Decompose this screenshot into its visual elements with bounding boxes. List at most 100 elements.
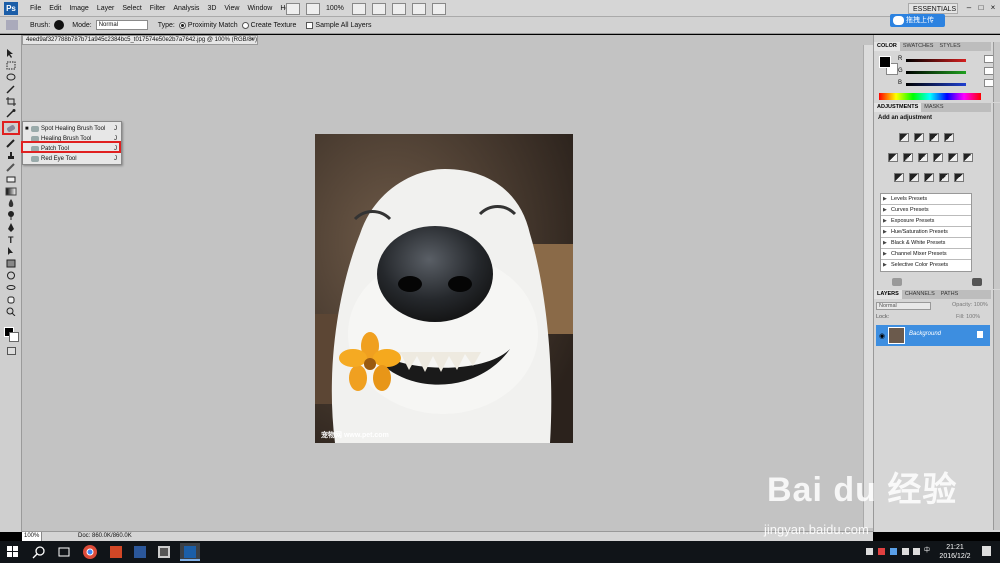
3d-rotate-tool-icon[interactable] [5,271,17,280]
close-document-icon[interactable]: × [250,36,254,44]
baidu-upload-button[interactable]: 拖拽上传 [890,14,945,27]
zoom-level[interactable]: 100% [326,5,344,12]
tab-adjustments[interactable]: ADJUSTMENTS [874,103,922,112]
sample-all-layers-checkbox[interactable] [306,21,314,29]
adjustment-footer-left-icon[interactable] [892,278,902,286]
quick-mask-icon[interactable] [7,347,16,355]
type-tool-icon[interactable]: T [5,235,17,245]
eraser-tool-icon[interactable] [5,175,17,184]
invert-icon[interactable] [894,173,904,182]
quick-selection-tool-icon[interactable] [5,85,17,94]
hand-tool-icon[interactable] [351,2,366,15]
document-tab[interactable]: 4eed9af327788b787b71a945c2384bc5_t017574… [22,35,258,45]
tab-swatches[interactable]: SWATCHES [900,42,937,51]
levels-presets[interactable]: Levels Presets [881,194,971,205]
spot-healing-brush-item[interactable]: ■ Spot Healing Brush Tool J [23,124,121,134]
ime-icon[interactable]: 中 [924,548,931,555]
foreground-color-chip[interactable] [879,56,891,68]
exposure-icon[interactable] [944,133,954,142]
menu-edit[interactable]: Edit [45,0,65,17]
gradient-tool-icon[interactable] [5,187,17,196]
blue-slider-track[interactable] [906,83,966,86]
red-slider[interactable]: R 0 [898,55,1000,64]
curves-presets[interactable]: Curves Presets [881,205,971,216]
eyedropper-tool-icon[interactable] [5,109,17,118]
channel-mixer-presets[interactable]: Channel Mixer Presets [881,249,971,260]
launch-bridge-icon[interactable] [286,2,300,15]
exposure-presets[interactable]: Exposure Presets [881,216,971,227]
workspace-switcher[interactable]: ESSENTIALS [908,3,958,14]
search-icon[interactable] [32,545,46,559]
zoom-tool-icon[interactable] [371,2,386,15]
powerpoint-app-icon[interactable] [106,543,126,561]
brush-picker[interactable] [54,20,65,30]
proximity-match-radio[interactable] [178,21,186,29]
menu-window[interactable]: Window [243,0,276,17]
minimize-button[interactable]: – [964,3,974,13]
red-eye-tool-item[interactable]: Red Eye Tool J [23,154,121,164]
close-button[interactable]: × [988,3,998,13]
create-texture-radio[interactable] [241,21,249,29]
green-slider-track[interactable] [906,71,966,74]
collapsed-panel-strip[interactable] [993,103,1000,289]
network-icon[interactable] [902,548,909,555]
menu-layer[interactable]: Layer [93,0,119,17]
clone-stamp-tool-icon[interactable] [5,151,17,160]
hand-tool-icon[interactable] [5,295,17,304]
posterize-icon[interactable] [909,173,919,182]
tab-styles[interactable]: STYLES [936,42,963,51]
levels-icon[interactable] [914,133,924,142]
threshold-icon[interactable] [924,173,934,182]
lasso-tool-icon[interactable] [5,73,17,82]
task-view-icon[interactable] [57,545,71,559]
vertical-scrollbar[interactable] [863,45,873,528]
document-canvas[interactable]: 4eed9af327788b787b71a945c2384bc5_t017574… [22,35,873,541]
menu-file[interactable]: File [26,0,45,17]
word-app-icon[interactable] [130,543,150,561]
screen-mode-icon[interactable] [431,2,446,15]
status-doc-size[interactable]: Doc: 860.0K/860.0K [78,532,132,541]
path-selection-tool-icon[interactable] [5,247,17,256]
windows-start-icon[interactable] [6,545,20,559]
blend-mode-select[interactable]: Normal [876,302,931,310]
zoom-tool-icon[interactable] [5,307,17,317]
background-color-swatch[interactable] [9,332,19,342]
curves-icon[interactable] [929,133,939,142]
rectangle-tool-icon[interactable] [5,259,17,268]
opacity-field[interactable]: Opacity: 100% [952,302,988,308]
crop-tool-icon[interactable] [5,97,17,106]
volume-icon[interactable] [913,548,920,555]
vibrance-icon[interactable] [888,153,898,162]
chrome-app-icon[interactable] [80,543,100,561]
fill-field[interactable]: Fill: 100% [956,314,980,320]
green-slider[interactable]: G 0 [898,67,1000,76]
black-white-icon[interactable] [933,153,943,162]
collapsed-panel-strip[interactable] [993,42,1000,102]
menu-3d[interactable]: 3D [203,0,220,17]
tray-app-icon[interactable] [878,548,885,555]
3d-orbit-tool-icon[interactable] [5,283,17,292]
maximize-button[interactable]: □ [976,3,986,13]
visibility-eye-icon[interactable]: ◉ [879,332,885,340]
gradient-map-icon[interactable] [939,173,949,182]
tab-masks[interactable]: MASKS [921,103,946,112]
history-brush-tool-icon[interactable] [5,163,17,172]
tab-channels[interactable]: CHANNELS [902,290,938,299]
menu-filter[interactable]: Filter [146,0,170,17]
tray-app-icon[interactable] [890,548,897,555]
move-tool-icon[interactable] [5,49,17,58]
blur-tool-icon[interactable] [5,199,17,208]
tray-expand-icon[interactable] [866,548,873,555]
hue-saturation-presets[interactable]: Hue/Saturation Presets [881,227,971,238]
hue-saturation-icon[interactable] [903,153,913,162]
channel-mixer-icon[interactable] [963,153,973,162]
color-spectrum[interactable] [879,93,981,100]
selective-color-presets[interactable]: Selective Color Presets [881,260,971,271]
photo-viewer-app-icon[interactable] [154,543,174,561]
mode-select[interactable]: Normal [95,20,148,30]
adjustment-footer-right-icon[interactable] [972,278,982,286]
menu-view[interactable]: View [220,0,243,17]
selective-color-icon[interactable] [954,173,964,182]
tool-preset-icon[interactable] [6,20,18,30]
menu-analysis[interactable]: Analysis [169,0,203,17]
